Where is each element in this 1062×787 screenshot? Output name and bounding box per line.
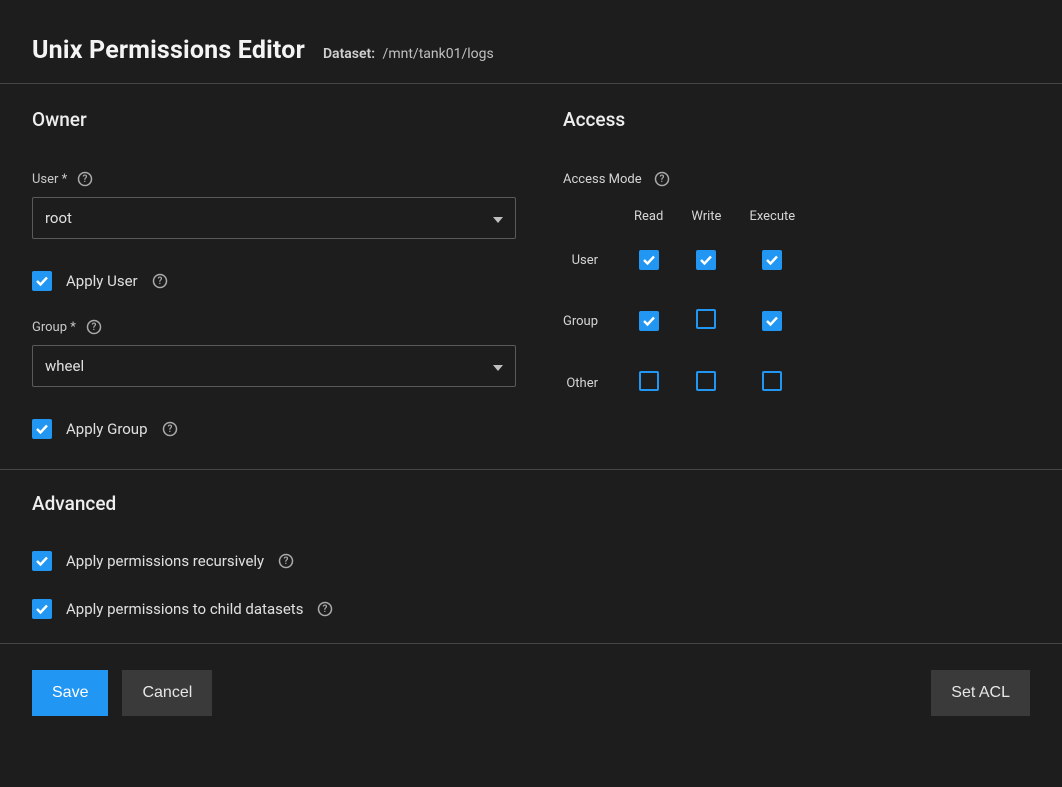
perm-user-write[interactable] (696, 250, 716, 270)
apply-group-checkbox[interactable] (32, 419, 52, 439)
group-field-label: Group * (32, 320, 76, 335)
user-field-label: User * (32, 172, 67, 187)
footer: Save Cancel Set ACL (0, 644, 1062, 742)
advanced-heading: Advanced (32, 492, 1030, 515)
svg-text:?: ? (157, 276, 162, 287)
page-title: Unix Permissions Editor (32, 36, 305, 65)
perm-user-read[interactable] (639, 250, 659, 270)
access-mode-table: Read Write Execute User Group (563, 209, 809, 433)
svg-text:?: ? (83, 174, 88, 185)
chevron-down-icon (493, 357, 503, 375)
perm-other-execute[interactable] (762, 371, 782, 391)
group-select[interactable]: wheel (32, 345, 516, 387)
col-execute: Execute (735, 209, 809, 250)
perm-group-execute[interactable] (762, 311, 782, 331)
row-other: Other (563, 371, 620, 433)
apply-child-label: Apply permissions to child datasets (66, 600, 303, 618)
dataset-info: Dataset: /mnt/tank01/logs (323, 46, 494, 62)
help-icon[interactable]: ? (86, 319, 102, 335)
help-icon[interactable]: ? (152, 273, 168, 289)
user-select-value: root (45, 209, 72, 227)
help-icon[interactable]: ? (77, 171, 93, 187)
set-acl-button[interactable]: Set ACL (931, 670, 1030, 716)
dataset-path: /mnt/tank01/logs (383, 46, 494, 62)
svg-text:?: ? (167, 424, 172, 435)
page-header: Unix Permissions Editor Dataset: /mnt/ta… (0, 0, 1062, 84)
apply-recursive-checkbox[interactable] (32, 551, 52, 571)
perm-group-write[interactable] (696, 309, 716, 329)
dataset-label: Dataset: (323, 46, 375, 62)
advanced-panel: Advanced Apply permissions recursively ?… (0, 470, 1062, 644)
help-icon[interactable]: ? (162, 421, 178, 437)
apply-user-checkbox[interactable] (32, 271, 52, 291)
svg-text:?: ? (91, 322, 96, 333)
perm-user-execute[interactable] (762, 250, 782, 270)
apply-user-label: Apply User (66, 272, 138, 290)
owner-heading: Owner (32, 108, 531, 131)
svg-text:?: ? (284, 556, 289, 567)
cancel-button[interactable]: Cancel (122, 670, 212, 716)
perm-other-write[interactable] (696, 371, 716, 391)
help-icon[interactable]: ? (654, 171, 670, 187)
apply-child-checkbox[interactable] (32, 599, 52, 619)
col-read: Read (620, 209, 677, 250)
help-icon[interactable]: ? (317, 601, 333, 617)
access-panel: Access Access Mode ? Read Write Execute … (563, 84, 1062, 469)
save-button[interactable]: Save (32, 670, 108, 716)
col-write: Write (677, 209, 735, 250)
row-group: Group (563, 309, 620, 371)
access-mode-label: Access Mode (563, 172, 642, 187)
svg-text:?: ? (659, 174, 664, 185)
perm-group-read[interactable] (639, 311, 659, 331)
apply-group-label: Apply Group (66, 420, 148, 438)
row-user: User (563, 250, 620, 309)
group-select-value: wheel (45, 357, 84, 375)
owner-panel: Owner User * ? root Apply User ? Group * (0, 84, 563, 469)
access-heading: Access (563, 108, 1030, 131)
perm-other-read[interactable] (639, 371, 659, 391)
chevron-down-icon (493, 209, 503, 227)
help-icon[interactable]: ? (278, 553, 294, 569)
user-select[interactable]: root (32, 197, 516, 239)
apply-recursive-label: Apply permissions recursively (66, 552, 264, 570)
svg-text:?: ? (323, 604, 328, 615)
